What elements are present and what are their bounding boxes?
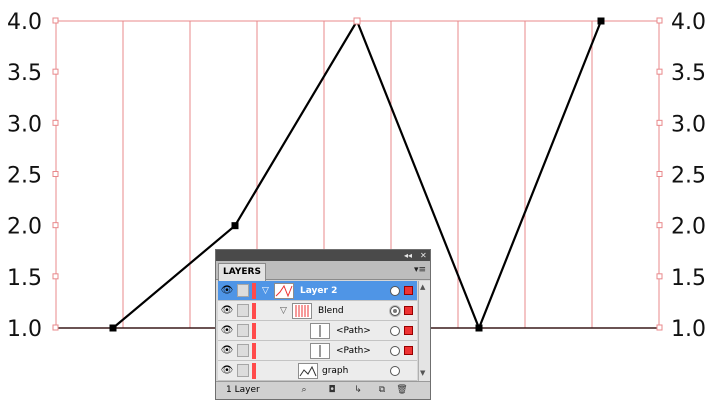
tick-mark-left bbox=[52, 171, 59, 177]
eye-icon[interactable]: 👁 bbox=[220, 325, 234, 337]
y-tick-label: 3.5 bbox=[7, 61, 42, 86]
graph-thumbnail bbox=[298, 363, 318, 379]
y-tick-label: 2.5 bbox=[7, 164, 42, 189]
path-thumbnail bbox=[310, 343, 330, 359]
layer-row-path[interactable]: 👁 <Path> bbox=[218, 321, 417, 341]
tick-mark-right bbox=[656, 222, 663, 229]
layer-row-path[interactable]: 👁 <Path> bbox=[218, 341, 417, 361]
layer-row-layer-2[interactable]: 👁 ▽ Layer 2 bbox=[218, 281, 417, 301]
locate-object-icon[interactable]: ⌕ bbox=[298, 385, 310, 395]
layers-panel: ◂◂ ✕ LAYERS ▾≡ 👁 ▽ Layer 2 👁 ▽ Blend 👁 <… bbox=[215, 249, 431, 400]
y-tick-label: 1.5 bbox=[7, 266, 42, 291]
layer-color-bar bbox=[252, 303, 256, 319]
panel-menu-icon[interactable]: ▾≡ bbox=[414, 265, 426, 275]
scroll-up-icon[interactable]: ▲ bbox=[420, 283, 425, 291]
y-tick-label: 3.5 bbox=[671, 61, 706, 86]
tick-mark-left bbox=[52, 68, 59, 75]
lock-toggle[interactable] bbox=[237, 304, 249, 317]
tick-mark-right bbox=[656, 119, 663, 126]
right-axis-labels: 1.0 1.5 2.0 2.5 3.0 3.5 4.0 bbox=[671, 10, 706, 342]
layer-color-bar bbox=[252, 343, 256, 359]
eye-icon[interactable]: 👁 bbox=[220, 365, 234, 377]
y-tick-label: 1.5 bbox=[671, 266, 706, 291]
panel-titlebar[interactable]: ◂◂ ✕ bbox=[216, 250, 430, 261]
scroll-down-icon[interactable]: ▼ bbox=[420, 369, 425, 377]
layer-name[interactable]: Layer 2 bbox=[300, 285, 337, 297]
selection-indicator[interactable] bbox=[404, 346, 413, 355]
target-icon[interactable] bbox=[390, 326, 400, 336]
layers-list: 👁 ▽ Layer 2 👁 ▽ Blend 👁 <Path> 👁 <Path> … bbox=[218, 281, 417, 381]
path-thumbnail bbox=[310, 323, 330, 339]
tick-mark-right bbox=[656, 324, 663, 331]
layer-color-bar bbox=[252, 363, 256, 379]
selection-indicator[interactable] bbox=[404, 286, 413, 295]
y-tick-label: 2.5 bbox=[671, 164, 706, 189]
lock-toggle[interactable] bbox=[237, 324, 249, 337]
layer-thumbnail bbox=[274, 283, 294, 299]
layer-name[interactable]: graph bbox=[322, 365, 348, 377]
data-point-marker bbox=[475, 324, 483, 332]
eye-icon[interactable]: 👁 bbox=[220, 305, 234, 317]
target-icon[interactable] bbox=[390, 346, 400, 356]
tick-mark-left bbox=[52, 324, 59, 331]
y-tick-label: 1.0 bbox=[671, 317, 706, 342]
y-tick-label: 3.0 bbox=[7, 112, 42, 137]
target-icon[interactable] bbox=[390, 286, 400, 296]
panel-tabbar: LAYERS ▾≡ bbox=[216, 261, 430, 281]
data-point-marker bbox=[231, 222, 239, 230]
data-point-marker bbox=[353, 17, 361, 25]
y-tick-label: 1.0 bbox=[7, 317, 42, 342]
tick-mark-right bbox=[656, 171, 663, 177]
lock-toggle[interactable] bbox=[237, 364, 249, 377]
y-tick-label: 4.0 bbox=[671, 10, 706, 35]
delete-layer-icon[interactable]: 🗑 bbox=[396, 385, 408, 395]
target-icon[interactable] bbox=[390, 366, 400, 376]
data-point-marker bbox=[597, 17, 605, 25]
layer-name[interactable]: <Path> bbox=[336, 325, 371, 337]
tick-mark-right bbox=[656, 68, 663, 75]
tick-mark-left bbox=[52, 273, 59, 280]
layer-name[interactable]: Blend bbox=[318, 305, 344, 317]
tick-mark-left bbox=[52, 222, 59, 229]
layer-color-bar bbox=[252, 283, 256, 299]
y-tick-label: 3.0 bbox=[671, 112, 706, 137]
new-sublayer-icon[interactable]: ↳ bbox=[352, 385, 364, 395]
tick-mark-left bbox=[52, 119, 59, 126]
layers-scrollbar[interactable]: ▲ ▼ bbox=[418, 281, 430, 381]
layer-color-bar bbox=[252, 323, 256, 339]
y-tick-label: 2.0 bbox=[7, 215, 42, 240]
tab-layers[interactable]: LAYERS bbox=[218, 263, 266, 281]
close-panel-icon[interactable]: ✕ bbox=[420, 250, 427, 261]
left-axis-labels: 1.0 1.5 2.0 2.5 3.0 3.5 4.0 bbox=[7, 10, 42, 342]
layer-row-graph[interactable]: 👁 graph bbox=[218, 361, 417, 381]
make-clipping-mask-icon[interactable]: ◘ bbox=[326, 385, 338, 395]
collapse-panel-icon[interactable]: ◂◂ bbox=[404, 250, 412, 261]
y-tick-label: 2.0 bbox=[671, 215, 706, 240]
layer-name[interactable]: <Path> bbox=[336, 345, 371, 357]
tick-mark-left bbox=[52, 17, 59, 24]
selection-indicator[interactable] bbox=[404, 326, 413, 335]
layer-count: 1 Layer bbox=[226, 385, 260, 395]
selection-indicator[interactable] bbox=[404, 306, 413, 315]
panel-footer: 1 Layer ⌕ ◘ ↳ ⧉ 🗑 bbox=[216, 381, 430, 399]
lock-toggle[interactable] bbox=[237, 284, 249, 297]
y-tick-label: 4.0 bbox=[7, 10, 42, 35]
eye-icon[interactable]: 👁 bbox=[220, 285, 234, 297]
blend-thumbnail bbox=[292, 303, 312, 319]
expand-triangle-icon[interactable]: ▽ bbox=[280, 305, 287, 317]
expand-triangle-icon[interactable]: ▽ bbox=[262, 285, 269, 297]
data-point-marker bbox=[109, 324, 117, 332]
new-layer-icon[interactable]: ⧉ bbox=[376, 385, 388, 395]
target-icon[interactable] bbox=[390, 306, 400, 316]
tick-mark-right bbox=[656, 273, 663, 280]
tick-mark-right bbox=[656, 17, 663, 24]
layer-row-blend[interactable]: 👁 ▽ Blend bbox=[218, 301, 417, 321]
lock-toggle[interactable] bbox=[237, 344, 249, 357]
eye-icon[interactable]: 👁 bbox=[220, 345, 234, 357]
